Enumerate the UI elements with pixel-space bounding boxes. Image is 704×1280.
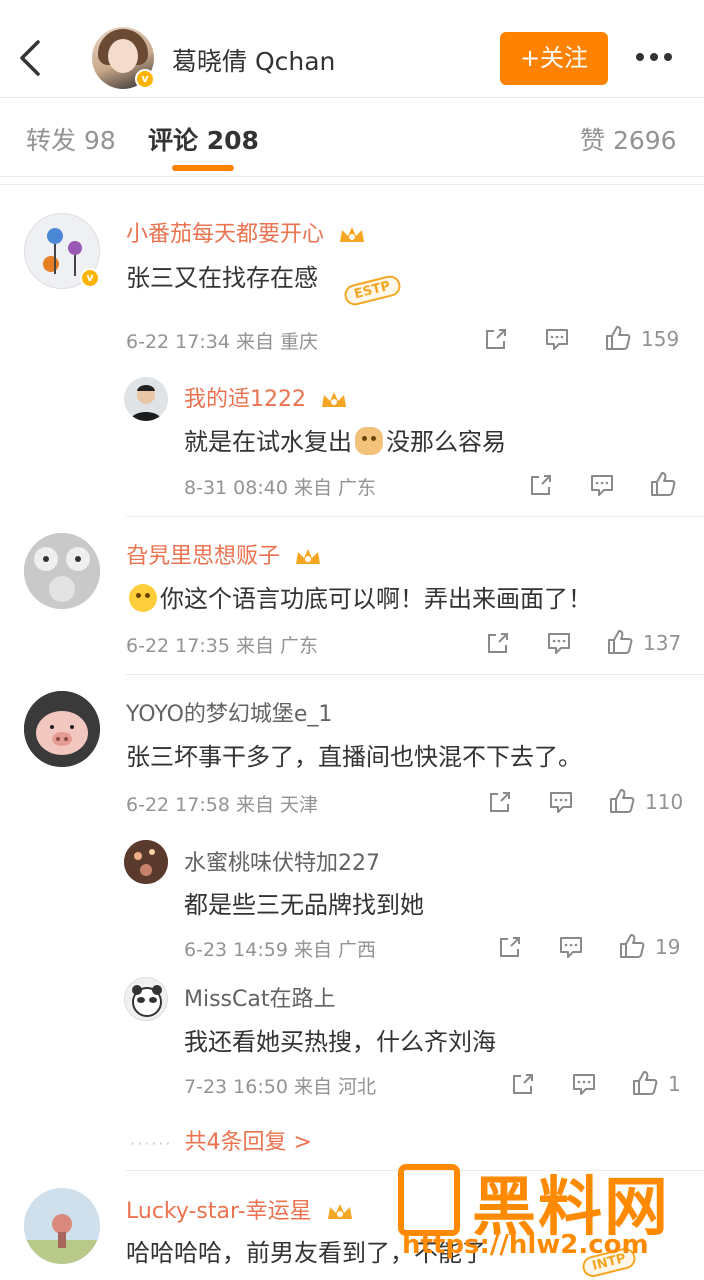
like-count: 19 <box>655 935 681 959</box>
avatar[interactable] <box>24 533 100 609</box>
back-arrow-icon[interactable] <box>16 38 46 78</box>
like-icon[interactable] <box>608 787 636 815</box>
reply-text: 我还看她买热搜，什么齐刘海 <box>184 1028 496 1056</box>
share-icon[interactable] <box>484 629 512 657</box>
avatar[interactable] <box>124 977 168 1021</box>
comment-username[interactable]: Lucky-star-幸运星 <box>126 1193 355 1225</box>
comment-text: 张三坏事干多了，直播间也快混不下去了。 <box>126 743 582 771</box>
share-icon[interactable] <box>496 933 524 961</box>
separator <box>126 1170 704 1171</box>
tab-repost[interactable]: 转发 98 <box>26 121 116 157</box>
reply-username[interactable]: 水蜜桃味伏特加227 <box>184 845 380 877</box>
comment-icon[interactable] <box>545 629 573 657</box>
verified-badge-icon: v <box>135 69 155 89</box>
comment-icon[interactable] <box>588 471 616 499</box>
like-count: 1 <box>668 1072 681 1096</box>
comment-meta: 6-22 17:34 来自 重庆 <box>126 331 319 353</box>
reply-meta: 7-23 16:50 来自 河北 <box>184 1076 377 1098</box>
comment-username[interactable]: 旮旯里思想贩子 <box>126 538 323 570</box>
share-icon[interactable] <box>527 471 555 499</box>
like-count: 137 <box>643 631 682 655</box>
active-tab-indicator <box>172 165 234 171</box>
doge-emoji-icon <box>355 427 383 455</box>
comment-text: 哈哈哈哈，前男友看到了，不能了 <box>126 1239 486 1267</box>
vip-crown-icon <box>327 1204 352 1219</box>
share-icon[interactable] <box>482 325 510 353</box>
comment-icon[interactable] <box>570 1070 598 1098</box>
reply-username[interactable]: MissCat在路上 <box>184 981 336 1013</box>
comment-icon[interactable] <box>543 325 571 353</box>
separator <box>126 674 704 675</box>
avatar[interactable] <box>124 840 168 884</box>
author-name[interactable]: 葛晓倩 Qchan <box>172 42 335 78</box>
comment-icon[interactable] <box>547 788 575 816</box>
tab-bar: 转发 98 评论 208 赞 2696 <box>0 99 704 177</box>
reply-username[interactable]: 我的适1222 <box>184 381 349 413</box>
tab-likes[interactable]: 赞 2696 <box>580 121 677 157</box>
like-icon[interactable] <box>618 932 646 960</box>
like-icon[interactable] <box>649 470 677 498</box>
avatar[interactable] <box>124 377 168 421</box>
reply-meta: 8-31 08:40 来自 广东 <box>184 477 377 499</box>
like-count: 110 <box>645 790 684 814</box>
top-bar: v 葛晓倩 Qchan +关注 <box>0 0 704 98</box>
vip-crown-icon <box>322 392 346 407</box>
share-icon[interactable] <box>486 788 514 816</box>
tab-comments[interactable]: 评论 208 <box>148 121 259 157</box>
comment-text: 张三又在找存在感 <box>126 264 318 292</box>
separator <box>126 516 704 517</box>
vip-crown-icon <box>340 227 365 242</box>
reply-meta: 6-23 14:59 来自 广西 <box>184 939 377 961</box>
verified-badge-icon: v <box>80 268 100 288</box>
share-icon[interactable] <box>509 1070 537 1098</box>
more-options-icon[interactable] <box>636 46 678 66</box>
like-count: 159 <box>641 327 680 351</box>
laughing-tears-emoji-icon <box>129 584 157 612</box>
follow-button[interactable]: +关注 <box>500 32 608 85</box>
like-icon[interactable] <box>604 324 632 352</box>
ellipsis-icon: ······ <box>130 1134 173 1153</box>
comment-meta: 6-22 17:58 来自 天津 <box>126 794 319 816</box>
watermark-logo-icon <box>398 1164 460 1236</box>
reply-text: 就是在试水复出 没那么容易 <box>184 427 506 456</box>
vip-crown-icon <box>296 549 321 564</box>
comment-text: 你这个语言功底可以啊！弄出来画面了！ <box>126 579 592 614</box>
comment-meta: 6-22 17:35 来自 广东 <box>126 635 319 657</box>
comment-username[interactable]: 小番茄每天都要开心 <box>126 216 367 248</box>
comment-username[interactable]: YOYO的梦幻城堡e_1 <box>126 696 332 728</box>
divider <box>0 184 704 194</box>
more-replies-link[interactable]: ······ 共4条回复 > <box>130 1124 312 1156</box>
like-icon[interactable] <box>631 1069 659 1097</box>
reply-text: 都是些三无品牌找到她 <box>184 891 424 919</box>
avatar[interactable] <box>24 1188 100 1264</box>
mbti-sticker: ESTP <box>342 273 403 308</box>
mbti-sticker: INTP <box>580 1245 638 1280</box>
avatar[interactable] <box>24 691 100 767</box>
like-icon[interactable] <box>606 628 634 656</box>
comment-icon[interactable] <box>557 933 585 961</box>
